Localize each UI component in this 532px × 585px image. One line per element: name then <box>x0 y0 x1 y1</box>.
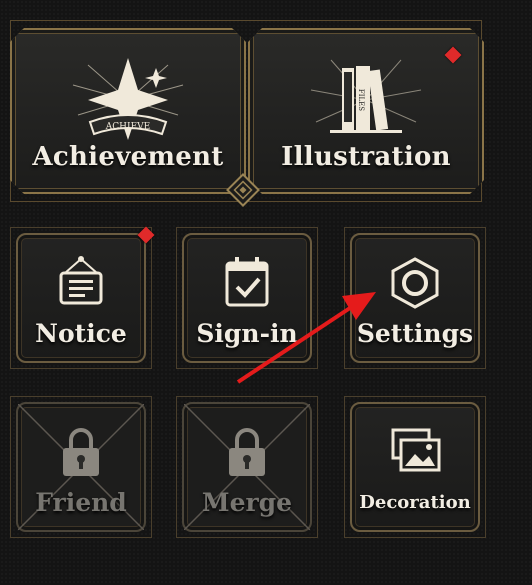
annotation-arrow-icon <box>236 292 376 384</box>
